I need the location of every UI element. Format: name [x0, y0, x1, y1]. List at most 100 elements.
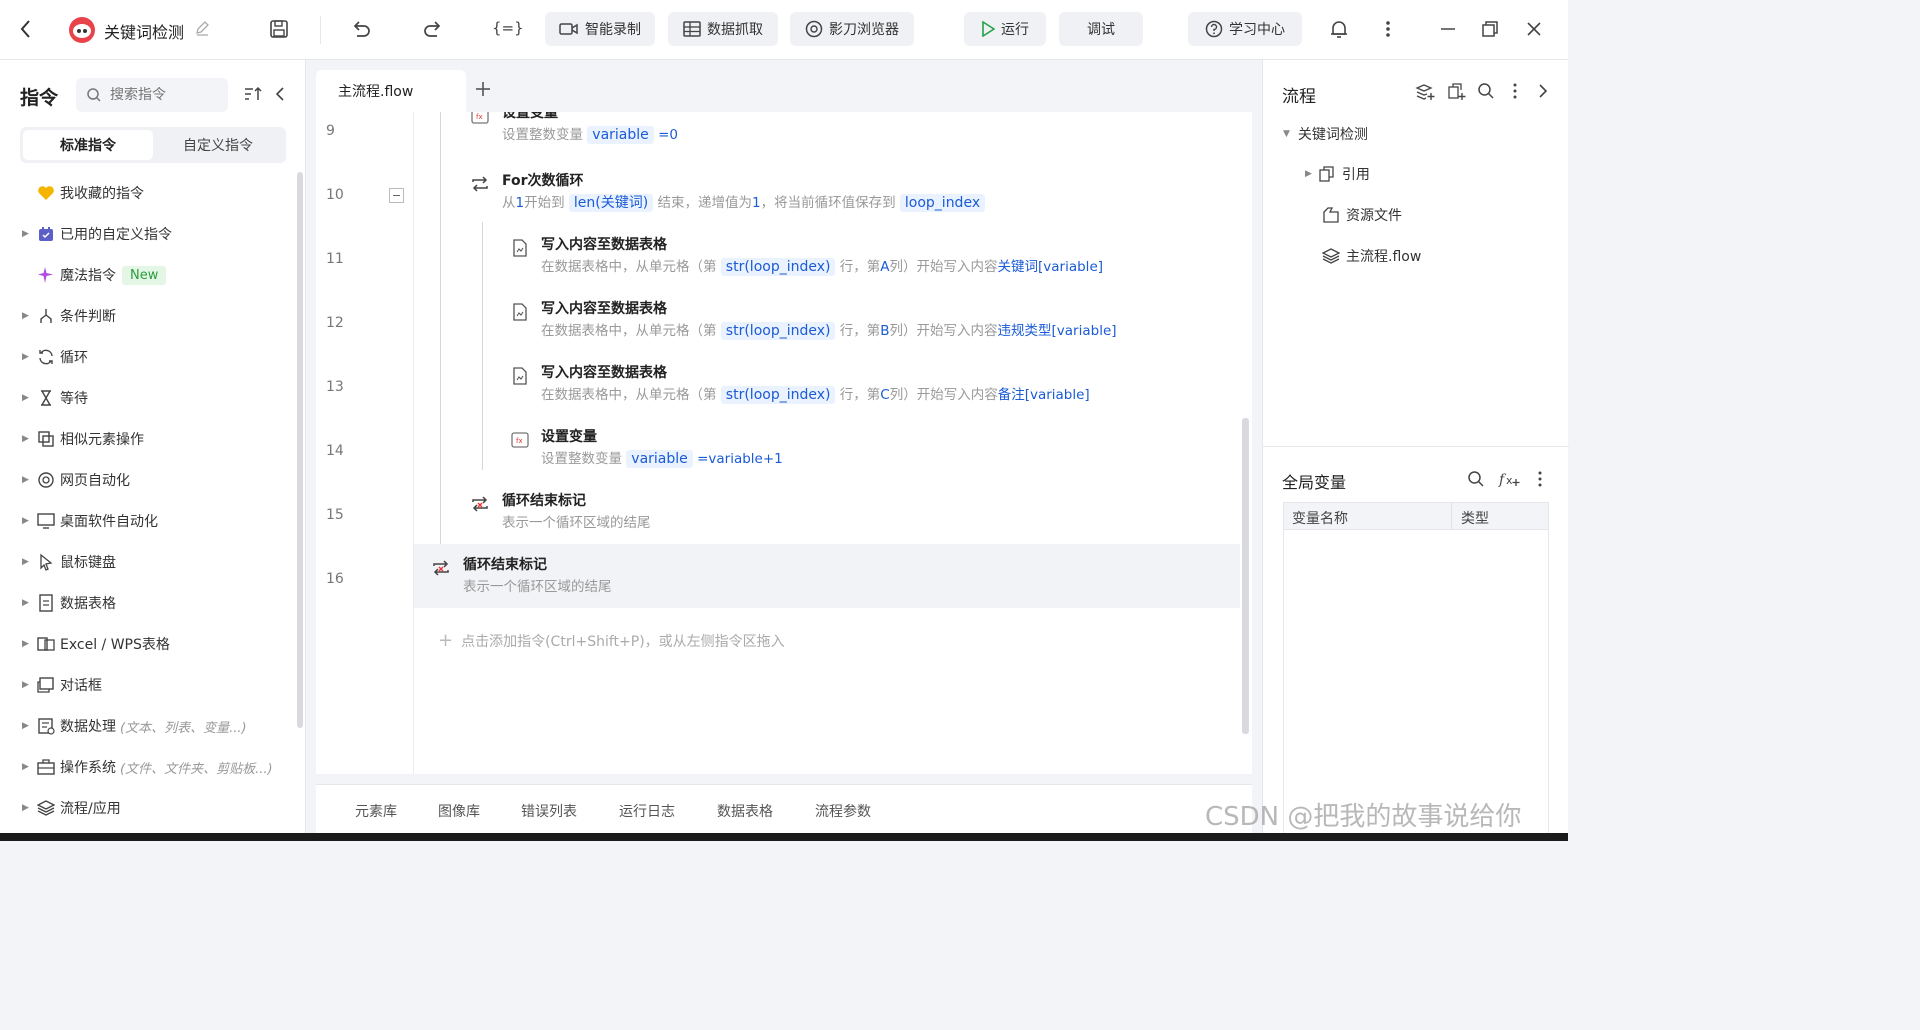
- instruction-tabs: 标准指令 自定义指令: [20, 127, 286, 163]
- back-button[interactable]: [18, 18, 34, 40]
- add-command-hint[interactable]: + 点击添加指令(Ctrl+Shift+P)，或从左侧指令区拖入: [438, 630, 785, 651]
- line-number: 11: [326, 251, 344, 267]
- branch-icon: [36, 307, 56, 325]
- tab-elements[interactable]: 元素库: [355, 801, 397, 821]
- minimize-button[interactable]: [1438, 18, 1458, 40]
- scrollbar[interactable]: [297, 172, 303, 728]
- app-title: 关键词检测: [104, 23, 185, 42]
- tab-custom[interactable]: 自定义指令: [153, 130, 283, 160]
- add-reference-button[interactable]: [1447, 82, 1467, 106]
- command-for-loop[interactable]: For次数循环 从1开始到 len(关键词) 结束，递增值为1，将当前循环值保存…: [502, 170, 986, 214]
- caret-right-icon: ▶: [1305, 169, 1312, 179]
- sidebar-item-dialog[interactable]: ▶ 对话框: [22, 673, 102, 697]
- tree-item-label: 主流程.flow: [1346, 249, 1422, 265]
- sidebar-item-wait[interactable]: ▶ 等待: [22, 386, 88, 410]
- collapse-panel-button[interactable]: [274, 85, 286, 107]
- data-grab-button[interactable]: 数据抓取: [668, 12, 778, 46]
- search-input[interactable]: [110, 87, 220, 103]
- collapse-toggle[interactable]: [389, 188, 404, 203]
- folder-icon: [1322, 206, 1340, 224]
- tree-item-references[interactable]: ▶ 引用: [1305, 164, 1370, 184]
- loop-icon: [470, 174, 490, 194]
- sidebar-item-used-custom[interactable]: ▶ 已用的自定义指令: [22, 222, 172, 246]
- smart-record-button[interactable]: 智能录制: [545, 12, 655, 46]
- tab-flow-params[interactable]: 流程参数: [815, 801, 871, 821]
- tab-datatable[interactable]: 数据表格: [717, 801, 773, 821]
- global-vars-title: 全局变量: [1282, 473, 1347, 492]
- sidebar-item-label: 等待: [60, 391, 88, 407]
- browser-button[interactable]: 影刀浏览器: [790, 12, 914, 46]
- variable-chip: loop_index: [899, 194, 986, 212]
- tree-root-item[interactable]: ▼ 关键词检测: [1283, 124, 1368, 144]
- redo-button[interactable]: [422, 18, 444, 40]
- rename-button[interactable]: [194, 20, 210, 36]
- command-write-table[interactable]: 写入内容至数据表格 在数据表格中，从单元格（第 str(loop_index) …: [541, 234, 1103, 278]
- debug-button[interactable]: 调试: [1059, 12, 1143, 46]
- learning-center-button[interactable]: 学习中心: [1188, 12, 1302, 46]
- sidebar-item-label: 条件判断: [60, 309, 116, 325]
- variable-chip: variable: [587, 126, 654, 144]
- minus-icon: [393, 195, 400, 196]
- tree-item-main-flow[interactable]: 主流程.flow: [1322, 246, 1421, 266]
- braces-icon: {=}: [492, 19, 524, 37]
- undo-icon: [350, 18, 372, 40]
- command-write-table[interactable]: 写入内容至数据表格 在数据表格中，从单元格（第 str(loop_index) …: [541, 362, 1090, 406]
- add-tab-button[interactable]: [474, 80, 492, 102]
- undo-button[interactable]: [350, 18, 372, 40]
- sidebar-item-excel[interactable]: ▶ Excel / WPS表格: [22, 632, 170, 656]
- tree-item-label: 关键词检测: [1297, 127, 1368, 143]
- command-set-variable[interactable]: 设置变量 设置整数变量 variable =0: [502, 112, 678, 146]
- sidebar-item-desktop[interactable]: ▶ 桌面软件自动化: [22, 509, 158, 533]
- add-flow-button[interactable]: [1415, 82, 1435, 106]
- sidebar-item-os[interactable]: ▶ 操作系统 (文件、文件夹、剪贴板...): [22, 755, 273, 779]
- tab-standard[interactable]: 标准指令: [23, 130, 153, 160]
- command-loop-end[interactable]: 循环结束标记 表示一个循环区域的结尾: [463, 554, 612, 598]
- sidebar-item-mouse-keyboard[interactable]: ▶ 鼠标键盘: [22, 550, 116, 574]
- tab-errors[interactable]: 错误列表: [521, 801, 577, 821]
- tree-item-resources[interactable]: 资源文件: [1322, 205, 1402, 225]
- vars-search-button[interactable]: [1467, 470, 1485, 492]
- run-button[interactable]: 运行: [964, 12, 1046, 46]
- search-icon: [86, 87, 102, 103]
- close-button[interactable]: [1524, 18, 1544, 40]
- tab-main-flow[interactable]: 主流程.flow: [316, 70, 466, 112]
- tab-run-log[interactable]: 运行日志: [619, 801, 675, 821]
- flow-panel: 流程 ▼ 关键词检测 ▶ 引用 资源文件 主流程.flow 全局变量 fx 变量…: [1262, 60, 1569, 841]
- tab-images[interactable]: 图像库: [438, 801, 480, 821]
- function-add-icon: fx: [1498, 470, 1520, 488]
- expression-chip: str(loop_index): [720, 258, 836, 276]
- sidebar-item-label: 对话框: [60, 678, 102, 694]
- sidebar-item-label: 相似元素操作: [60, 432, 144, 448]
- sidebar-item-datatable[interactable]: ▶ 数据表格: [22, 591, 116, 615]
- collapse-right-panel-button[interactable]: [1537, 82, 1549, 104]
- command-write-table[interactable]: 写入内容至数据表格 在数据表格中，从单元格（第 str(loop_index) …: [541, 298, 1117, 342]
- chevron-left-icon: [18, 18, 34, 40]
- vars-more-button[interactable]: [1537, 470, 1543, 492]
- sidebar-item-magic[interactable]: 魔法指令 New: [22, 263, 167, 287]
- sidebar-item-web[interactable]: ▶ 网页自动化: [22, 468, 130, 492]
- scrollbar[interactable]: [1242, 418, 1249, 734]
- excel-icon: [36, 635, 56, 653]
- sidebar-item-data-processing[interactable]: ▶ 数据处理 (文本、列表、变量...): [22, 714, 247, 738]
- restore-button[interactable]: [1480, 18, 1500, 40]
- variables-button[interactable]: {=}: [492, 19, 524, 37]
- sort-button[interactable]: [243, 85, 263, 107]
- command-loop-end[interactable]: 循环结束标记 表示一个循环区域的结尾: [502, 490, 651, 534]
- layers-icon: [1322, 247, 1340, 265]
- sidebar-item-flow-app[interactable]: ▶ 流程/应用: [22, 796, 121, 820]
- add-variable-button[interactable]: fx: [1498, 470, 1520, 492]
- sidebar-item-loop[interactable]: ▶ 循环: [22, 345, 88, 369]
- sidebar-item-similar[interactable]: ▶ 相似元素操作: [22, 427, 144, 451]
- command-description: 在数据表格中，从单元格（第 str(loop_index) 行，第C列）开始写入…: [541, 386, 1090, 404]
- sidebar-item-condition[interactable]: ▶ 条件判断: [22, 304, 116, 328]
- caret-right-icon: ▶: [22, 680, 29, 690]
- search-box[interactable]: [76, 78, 228, 112]
- save-button[interactable]: [268, 18, 290, 40]
- command-set-variable[interactable]: 设置变量 设置整数变量 variable =variable+1: [541, 426, 783, 470]
- flow-search-button[interactable]: [1477, 82, 1495, 104]
- caret-right-icon: ▶: [22, 311, 29, 321]
- flow-more-button[interactable]: [1512, 82, 1518, 104]
- sidebar-item-favorites[interactable]: 我收藏的指令: [22, 181, 144, 205]
- more-button[interactable]: [1384, 18, 1392, 40]
- notifications-button[interactable]: [1328, 18, 1350, 40]
